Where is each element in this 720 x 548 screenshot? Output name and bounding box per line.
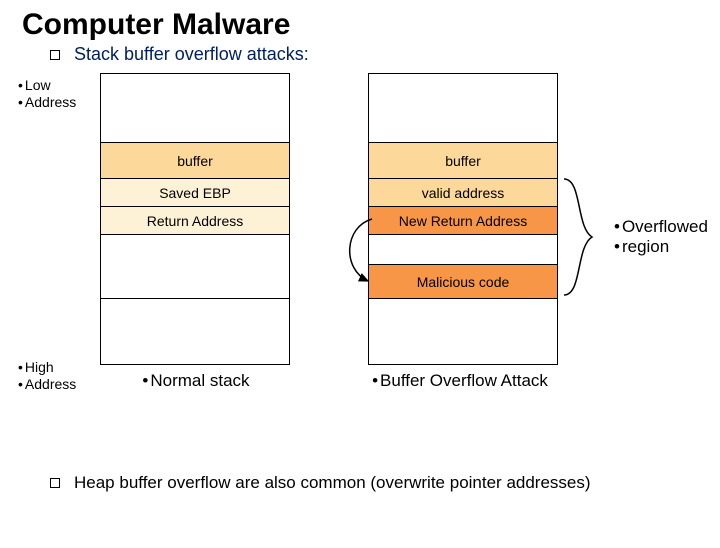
normal-cell-empty-top xyxy=(101,74,289,142)
footer-row: Heap buffer overflow are also common (ov… xyxy=(50,473,720,493)
normal-cell-empty-mid xyxy=(101,234,289,298)
normal-cell-return-addr: Return Address xyxy=(101,206,289,234)
attack-cell-malicious: Malicious code xyxy=(369,264,557,298)
normal-stack-caption-text: Normal stack xyxy=(150,371,249,390)
page-title: Computer Malware xyxy=(22,8,720,42)
footer-text: Heap buffer overflow are also common (ov… xyxy=(74,473,591,493)
low-address-line1: Low xyxy=(25,77,51,93)
brace-icon xyxy=(558,177,618,297)
attack-stack: buffer valid address New Return Address … xyxy=(368,73,558,365)
low-address-line2: Address xyxy=(25,94,76,110)
attack-cell-valid-addr: valid address xyxy=(369,178,557,206)
attack-cell-empty-mid xyxy=(369,234,557,264)
square-bullet-icon xyxy=(50,50,60,60)
normal-cell-buffer: buffer xyxy=(101,142,289,178)
overflow-line2: region xyxy=(622,237,669,256)
attack-cell-new-return: New Return Address xyxy=(369,206,557,234)
high-address-line2: Address xyxy=(25,376,76,392)
attack-cell-empty-bot xyxy=(369,298,557,364)
attack-stack-caption-text: Buffer Overflow Attack xyxy=(380,371,548,390)
normal-cell-saved-ebp: Saved EBP xyxy=(101,178,289,206)
attack-cell-buffer: buffer xyxy=(369,142,557,178)
normal-stack: buffer Saved EBP Return Address xyxy=(100,73,290,365)
subtitle-row: Stack buffer overflow attacks: xyxy=(50,44,720,65)
normal-cell-empty-bot xyxy=(101,298,289,364)
square-bullet-icon xyxy=(50,478,60,488)
attack-stack-caption: •Buffer Overflow Attack xyxy=(350,371,570,391)
normal-stack-caption: •Normal stack xyxy=(86,371,306,391)
overflow-line1: Overflowed xyxy=(622,217,708,236)
low-address-label: •Low •Address xyxy=(18,77,76,111)
high-address-line1: High xyxy=(25,359,54,375)
pointer-arrow-icon xyxy=(332,209,378,309)
subtitle-text: Stack buffer overflow attacks: xyxy=(74,44,309,65)
attack-cell-empty-top xyxy=(369,74,557,142)
overflow-label: •Overflowed •region xyxy=(614,217,708,258)
diagram: •Low •Address •High •Address buffer Save… xyxy=(0,69,720,449)
high-address-label: •High •Address xyxy=(18,359,76,393)
